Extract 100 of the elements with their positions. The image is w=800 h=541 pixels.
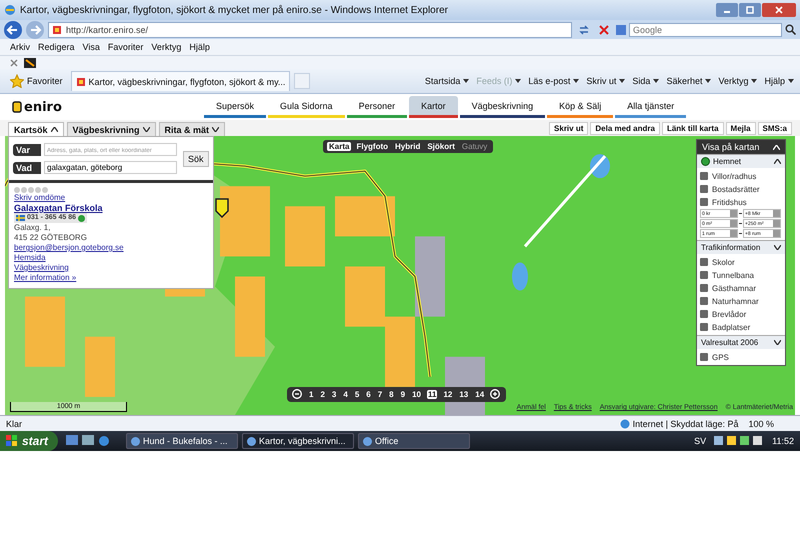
zoom-level[interactable]: 4	[342, 390, 349, 399]
layer-item[interactable]: Gästhamnar	[700, 282, 782, 294]
menu-item[interactable]: Favoriter	[108, 42, 144, 52]
zoom-level[interactable]: 10	[411, 390, 422, 399]
search-tab[interactable]: Vägbeskrivning	[66, 122, 156, 136]
zoom-in-button[interactable]	[490, 389, 502, 400]
close-button[interactable]	[762, 3, 796, 17]
logo-icon[interactable]	[12, 101, 22, 113]
result-link[interactable]: Mer information »	[14, 273, 76, 283]
layer-item[interactable]: Tunnelbana	[700, 269, 782, 281]
layer-item[interactable]: Bostadsrätter	[700, 183, 782, 195]
search-button[interactable]: Sök	[183, 150, 209, 166]
window-icon[interactable]	[82, 435, 94, 447]
address-field[interactable]: http://kartor.eniro.se/	[48, 22, 572, 38]
app-icon	[247, 436, 256, 446]
taskbar-button[interactable]: Kartor, vägbeskrivni...	[242, 433, 354, 449]
search-input[interactable]: galaxgatan, göteborg	[44, 161, 177, 174]
refresh-icon	[578, 24, 590, 36]
command-button[interactable]: Hjälp	[764, 76, 794, 86]
flag-icon	[16, 215, 25, 221]
review-link[interactable]: Skriv omdöme	[14, 193, 66, 203]
zoom-level[interactable]: 9	[400, 390, 406, 399]
layer-item[interactable]: Skolor	[700, 256, 782, 268]
map-action-button[interactable]: Dela med andra	[590, 122, 660, 134]
browser-tab[interactable]: Kartor, vägbeskrivningar, flygfoton, sjökort & my...	[70, 71, 290, 91]
map-action-button[interactable]: Länk till karta	[662, 122, 724, 134]
zoom-out-button[interactable]	[292, 389, 303, 400]
maximize-button[interactable]	[739, 3, 761, 17]
command-button[interactable]: Skriv ut	[586, 76, 626, 86]
zoom-level[interactable]: 8	[388, 390, 395, 399]
zoom-level[interactable]: 11	[426, 390, 438, 399]
zoom-level[interactable]: 6	[365, 390, 372, 399]
search-tab[interactable]: Kartsök	[8, 122, 64, 136]
command-button[interactable]: Startsida	[424, 76, 470, 86]
zoom-level-button[interactable]: 100 %	[748, 418, 774, 428]
zoom-level[interactable]: 2	[319, 390, 326, 399]
result-link[interactable]: Hemsida	[14, 253, 46, 263]
back-button[interactable]	[4, 20, 22, 38]
browser-icon	[4, 4, 16, 16]
layer-item[interactable]: Brevlådor	[700, 308, 782, 320]
field-label: Vad	[13, 162, 41, 174]
zoom-level[interactable]: 3	[330, 390, 338, 399]
layer-item[interactable]: GPS	[700, 351, 782, 363]
section-header[interactable]: Valresultat 2006	[697, 335, 785, 349]
zoom-level[interactable]: 5	[354, 390, 360, 399]
minimize-button[interactable]	[716, 3, 738, 17]
layer-item[interactable]: Badplatser	[700, 321, 782, 333]
logo-text[interactable]: eniro	[24, 100, 62, 114]
start-button[interactable]: start	[0, 431, 58, 451]
zoom-level[interactable]: 14	[474, 390, 486, 399]
taskbar-button[interactable]: Hund - Bukefalos - ...	[126, 433, 238, 449]
result-link[interactable]: bergsjon@bersjon.goteborg.se	[14, 243, 124, 253]
result-name-link[interactable]: Galaxgatan Förskola	[14, 203, 103, 213]
zoom-level[interactable]: 13	[458, 390, 470, 399]
menu-item[interactable]: Arkiv	[10, 42, 30, 52]
zoom-level[interactable]: 12	[442, 390, 454, 399]
menu-item[interactable]: Visa	[82, 42, 100, 52]
language-indicator[interactable]: SV	[694, 436, 706, 446]
search-field[interactable]: Google	[629, 22, 782, 36]
command-button[interactable]: Sida	[632, 76, 660, 86]
nav-tab[interactable]: Kartor	[409, 96, 458, 118]
chevron-icon[interactable]	[773, 144, 780, 150]
map-type-button[interactable]: Hybrid	[393, 142, 422, 151]
section-header[interactable]: Hemnet	[697, 154, 785, 168]
caret-icon	[573, 79, 580, 83]
layer-item[interactable]: Naturhamnar	[700, 295, 782, 307]
layer-icon	[700, 353, 708, 361]
chevron-icon	[774, 159, 781, 164]
map-type-button[interactable]: Karta	[327, 142, 352, 151]
taskbar-button[interactable]: Office	[358, 433, 470, 449]
browser-icon[interactable]	[98, 435, 110, 447]
stop-icon	[598, 24, 610, 36]
map-type-button[interactable]: Flygfoto	[354, 142, 390, 151]
close-icon	[10, 58, 18, 66]
phone-icon	[78, 214, 86, 222]
chevron-icon	[50, 127, 58, 132]
desktop-icon[interactable]	[66, 435, 78, 447]
map-action-button[interactable]: SMS:a	[758, 122, 792, 134]
layer-item[interactable]: Fritidshus	[700, 196, 782, 208]
menu-item[interactable]: Verktyg	[151, 42, 182, 52]
menu-item[interactable]: Redigera	[38, 42, 75, 52]
layer-item[interactable]: Villor/radhus	[700, 170, 782, 182]
map-action-button[interactable]: Skriv ut	[549, 122, 588, 134]
search-tab[interactable]: Rita & mät	[158, 122, 226, 136]
command-button[interactable]: Läs e-post	[528, 76, 580, 86]
command-button[interactable]: Säkerhet	[666, 76, 712, 86]
search-icon	[785, 24, 796, 35]
close-button[interactable]	[10, 58, 18, 66]
map-action-button[interactable]: Mejla	[726, 122, 756, 134]
command-button[interactable]: Verktyg	[718, 76, 758, 86]
tray-icons[interactable]	[714, 436, 764, 446]
map-type-button[interactable]: Sjökort	[425, 142, 457, 151]
zoom-level[interactable]: 7	[376, 390, 384, 399]
zoom-level[interactable]: 1	[308, 390, 314, 399]
caret-icon	[751, 79, 758, 83]
result-link[interactable]: Vägbeskrivning	[14, 263, 69, 273]
toolbar-icon[interactable]	[24, 58, 36, 68]
section-header[interactable]: Trafikinformation	[697, 240, 785, 254]
menu-item[interactable]: Hjälp	[189, 42, 210, 52]
favorites-button[interactable]: Favoriter	[6, 72, 67, 90]
